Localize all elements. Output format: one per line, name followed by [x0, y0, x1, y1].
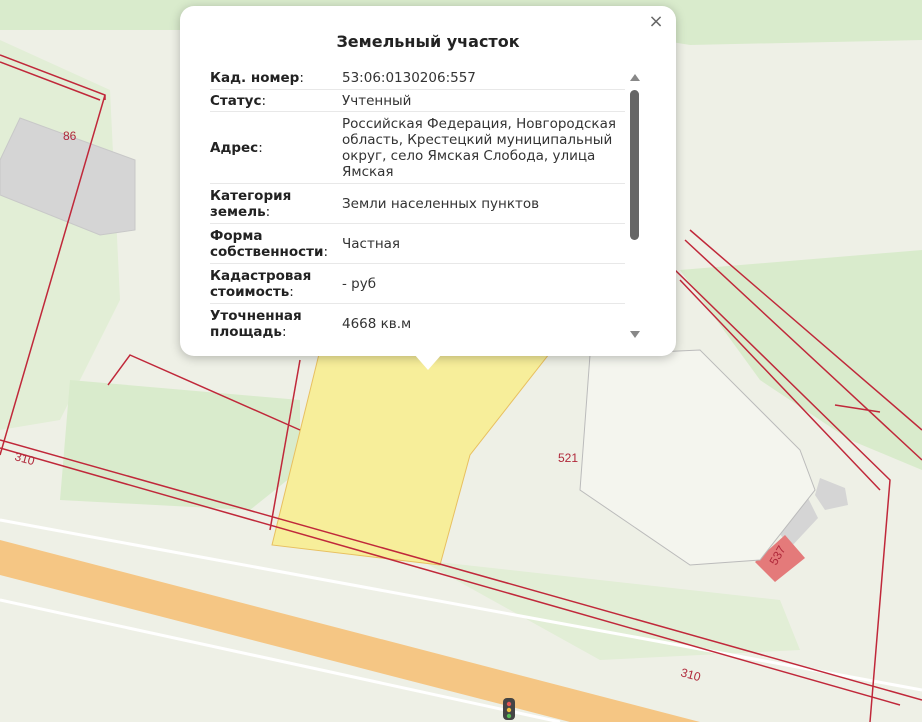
parcel-label-521: 521 [558, 451, 578, 465]
property-value: 53:06:0130206:557 [342, 69, 476, 86]
property-value: 4668 кв.м [342, 316, 412, 332]
property-row: Категория земель: Земли населенных пункт… [210, 184, 625, 224]
parcel-label-86: 86 [63, 129, 77, 143]
property-key: Статус: [210, 92, 267, 109]
parcel-info-popup: × Земельный участок Кад. номер: 53:06:01… [180, 6, 676, 356]
property-row: Статус: Учтенный [210, 90, 625, 112]
property-value: Учтенный [342, 92, 412, 109]
property-row: Кад. номер: 53:06:0130206:557 [210, 66, 625, 90]
popup-scrollbar[interactable] [628, 70, 642, 338]
property-key: Кадастровая стоимость: [210, 267, 312, 300]
property-row: Адрес: Российская Федерация, Новгородска… [210, 112, 625, 184]
property-row: Форма собственности: Частная [210, 224, 625, 264]
property-key: Категория земель: [210, 187, 292, 220]
popup-pointer [414, 354, 442, 370]
property-value: Частная [342, 235, 401, 252]
property-row: Уточненная площадь: 4668 кв.м [210, 304, 625, 342]
property-list[interactable]: Кад. номер: 53:06:0130206:557 Статус: Уч… [210, 66, 625, 342]
scroll-up-arrow-icon[interactable] [630, 74, 640, 81]
property-value: - руб [342, 275, 377, 292]
scroll-thumb[interactable] [630, 90, 639, 240]
close-icon[interactable]: × [646, 12, 666, 32]
traffic-light-icon [503, 698, 515, 720]
property-key: Кад. номер: [210, 69, 304, 86]
property-value: Российская Федерация, Новгородская облас… [342, 115, 616, 180]
popup-title: Земельный участок [336, 32, 520, 51]
property-key: Уточненная площадь: [210, 308, 302, 340]
scroll-down-arrow-icon[interactable] [630, 331, 640, 338]
property-key: Адрес: [210, 139, 263, 156]
property-value: Земли населенных пунктов [342, 195, 540, 212]
property-row: Кадастровая стоимость: - руб [210, 264, 625, 304]
property-key: Форма собственности: [210, 227, 329, 260]
